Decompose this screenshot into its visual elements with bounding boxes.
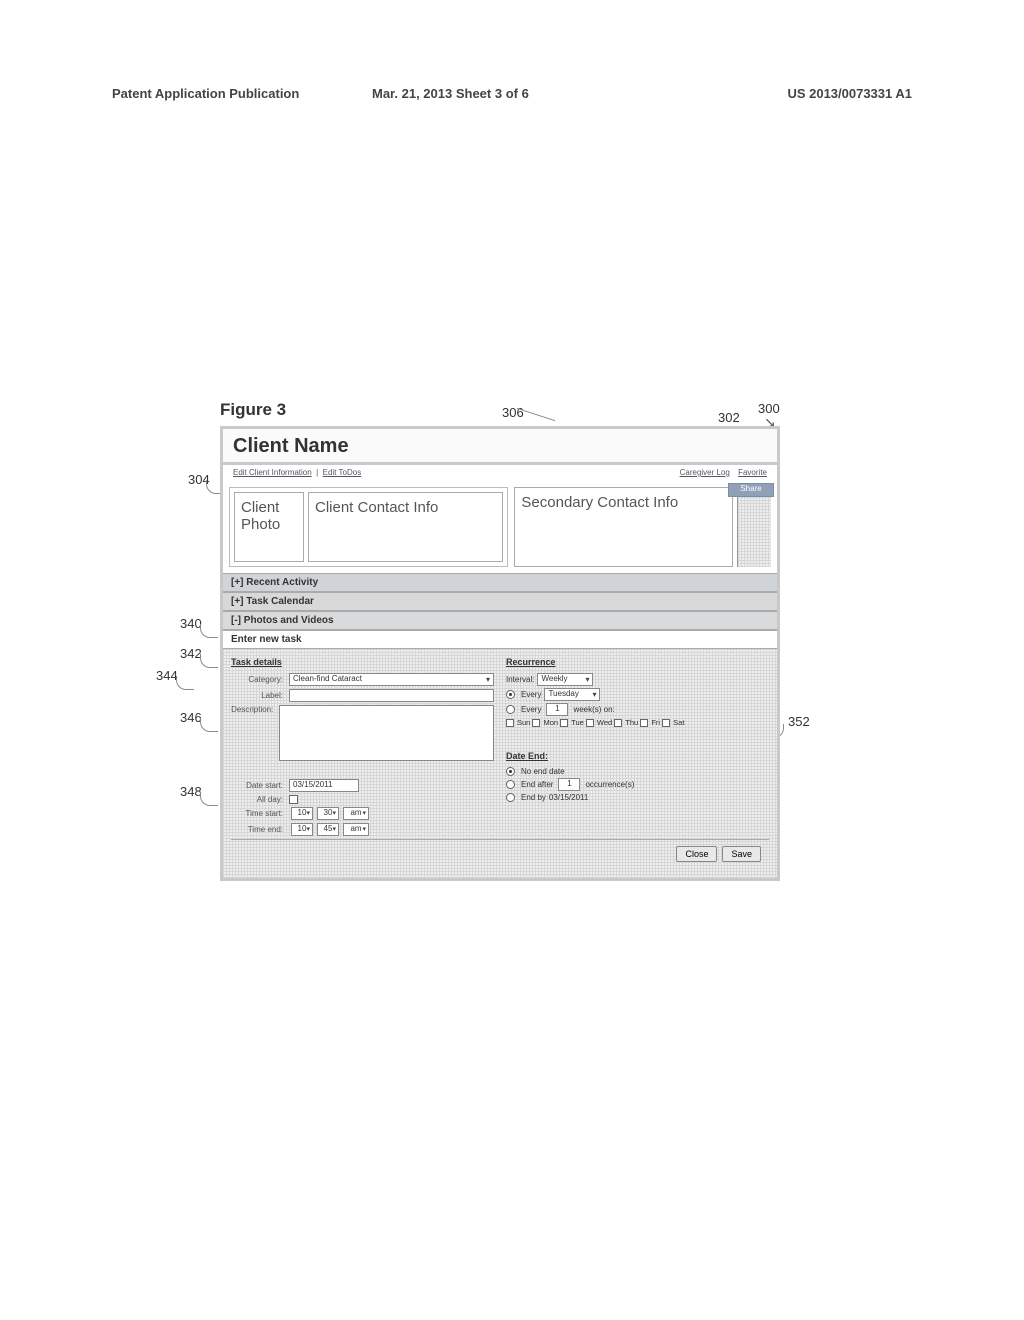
label-every-n-units: week(s) on: — [573, 705, 614, 714]
label-date-start: Date start: — [231, 781, 289, 790]
link-edit-todos[interactable]: Edit ToDos — [323, 468, 362, 477]
task-details-heading: Task details — [231, 657, 494, 667]
all-day-checkbox[interactable] — [289, 795, 298, 804]
date-end-heading: Date End: — [506, 751, 769, 761]
every-n-input[interactable]: 1 — [546, 703, 568, 716]
section-photos-videos[interactable]: [-] Photos and Videos — [223, 611, 777, 630]
label-time-end: Time end: — [231, 825, 289, 834]
day-fri-checkbox[interactable] — [640, 719, 648, 727]
time-start-ampm[interactable]: am — [343, 807, 369, 820]
secondary-contact-info: Secondary Contact Info — [514, 487, 733, 567]
leadline — [200, 654, 218, 668]
header-left: Patent Application Publication — [112, 86, 299, 101]
label-category: Category: — [231, 675, 289, 684]
link-favorite[interactable]: Favorite — [738, 468, 767, 477]
time-end-ampm[interactable]: am — [343, 823, 369, 836]
day-thu-checkbox[interactable] — [614, 719, 622, 727]
radio-no-end[interactable] — [506, 767, 515, 776]
category-select[interactable]: Clean-find Cataract — [289, 673, 494, 686]
label-interval: Interval: — [506, 675, 534, 684]
primary-contact-block: Client Photo Client Contact Info — [229, 487, 508, 567]
label-input[interactable] — [289, 689, 494, 702]
client-contact-info: Client Contact Info — [308, 492, 503, 562]
callout-352: 352 — [788, 714, 810, 729]
end-after-input[interactable]: 1 — [558, 778, 580, 791]
client-photo-label: Client Photo — [241, 499, 297, 533]
time-end-minute[interactable]: 45 — [317, 823, 339, 836]
figure-label: Figure 3 — [220, 400, 780, 420]
time-end-hour[interactable]: 10 — [291, 823, 313, 836]
description-textarea[interactable] — [279, 705, 494, 761]
day-tue: Tue — [571, 718, 584, 727]
end-by-value: 03/15/2011 — [549, 793, 588, 802]
day-sat: Sat — [673, 718, 684, 727]
day-sun: Sun — [517, 718, 530, 727]
link-edit-client-info[interactable]: Edit Client Information — [233, 468, 312, 477]
header-right: US 2013/0073331 A1 — [787, 86, 912, 101]
recurrence-heading: Recurrence — [506, 657, 769, 667]
secondary-contact-block: Share Secondary Contact Info — [514, 487, 771, 567]
label-every-n: Every — [521, 705, 541, 714]
day-wed: Wed — [597, 718, 612, 727]
section-task-calendar[interactable]: [+] Task Calendar — [223, 592, 777, 611]
day-tue-checkbox[interactable] — [560, 719, 568, 727]
time-start-minute[interactable]: 30 — [317, 807, 339, 820]
title-bar: Client Name — [223, 429, 777, 465]
app-window: Client Name Edit Client Information | Ed… — [220, 426, 780, 881]
day-mon: Mon — [543, 718, 558, 727]
client-name-heading: Client Name — [233, 435, 767, 458]
label-every-day: Every — [521, 690, 541, 699]
close-button[interactable]: Close — [676, 846, 717, 862]
task-form: Task details Category: Clean-find Catara… — [223, 649, 777, 878]
day-sat-checkbox[interactable] — [662, 719, 670, 727]
share-button[interactable]: Share — [728, 483, 774, 497]
client-photo: Client Photo — [234, 492, 304, 562]
weekday-row: Sun Mon Tue Wed Thu Fri Sat — [506, 718, 769, 727]
day-mon-checkbox[interactable] — [532, 719, 540, 727]
radio-every-n[interactable] — [506, 705, 515, 714]
radio-end-by[interactable] — [506, 793, 515, 802]
label-no-end: No end date — [521, 767, 565, 776]
leadline — [200, 718, 218, 732]
callout-340: 340 — [180, 616, 202, 631]
interval-select[interactable]: Weekly — [537, 673, 593, 686]
label-end-after-units: occurrence(s) — [585, 780, 634, 789]
callout-344: 344 — [156, 668, 178, 683]
sidebar-slab — [737, 487, 771, 567]
radio-end-after[interactable] — [506, 780, 515, 789]
callout-348: 348 — [180, 784, 202, 799]
form-button-bar: Close Save — [231, 839, 769, 868]
secondary-contact-info-label: Secondary Contact Info — [521, 494, 678, 511]
radio-every-day[interactable] — [506, 690, 515, 699]
save-button[interactable]: Save — [722, 846, 761, 862]
callout-342: 342 — [180, 646, 202, 661]
day-wed-checkbox[interactable] — [586, 719, 594, 727]
callout-346: 346 — [180, 710, 202, 725]
label-description: Description: — [231, 705, 279, 714]
header-mid: Mar. 21, 2013 Sheet 3 of 6 — [372, 86, 529, 101]
day-fri: Fri — [651, 718, 660, 727]
leadline — [200, 792, 218, 806]
date-start-input[interactable]: 03/15/2011 — [289, 779, 359, 792]
label-label: Label: — [231, 691, 289, 700]
section-enter-new-task: Enter new task — [223, 630, 777, 649]
label-all-day: All day: — [231, 795, 289, 804]
client-contact-info-label: Client Contact Info — [315, 499, 438, 516]
label-end-after: End after — [521, 780, 553, 789]
link-caregiver-log[interactable]: Caregiver Log — [680, 468, 730, 477]
leadline — [200, 624, 218, 638]
label-time-start: Time start: — [231, 809, 289, 818]
day-thu: Thu — [625, 718, 638, 727]
time-start-hour[interactable]: 10 — [291, 807, 313, 820]
every-day-select[interactable]: Tuesday — [544, 688, 600, 701]
leadline — [176, 676, 194, 690]
section-recent-activity[interactable]: [+] Recent Activity — [223, 573, 777, 592]
day-sun-checkbox[interactable] — [506, 719, 514, 727]
nav-line: Edit Client Information | Edit ToDos Car… — [223, 465, 777, 481]
label-end-by: End by — [521, 793, 546, 802]
